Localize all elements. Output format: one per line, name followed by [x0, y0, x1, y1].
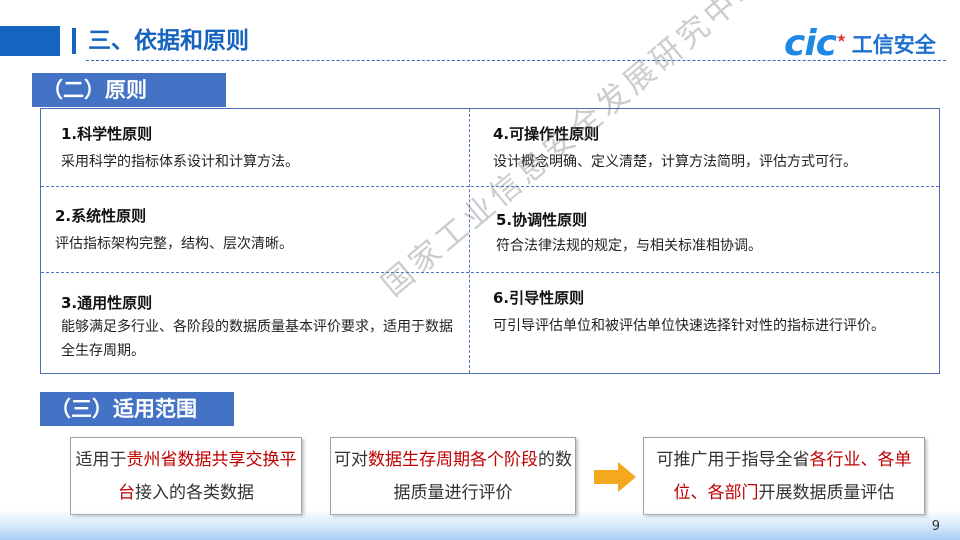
principle-desc: 符合法律法规的规定，与相关标准相协调。	[496, 238, 762, 254]
scope-box-lifecycle: 可对数据生存周期各个阶段的数据质量进行评价	[330, 437, 576, 515]
principle-cell: 4.可操作性原则 设计概念明确、定义清楚，计算方法简明，评估方式可行。	[493, 123, 938, 174]
principle-cell: 1.科学性原则 采用科学的指标体系设计和计算方法。	[61, 123, 456, 174]
section-principles-heading: （二）原则	[32, 73, 226, 107]
logo-cic-text: cic	[784, 23, 837, 64]
principle-cell: 3.通用性原则 能够满足多行业、各阶段的数据质量基本评价要求，适用于数据全生存周…	[61, 292, 461, 363]
footer-wave	[0, 510, 960, 540]
principles-grid: 1.科学性原则 采用科学的指标体系设计和计算方法。 2.系统性原则 评估指标架构…	[40, 108, 940, 374]
principle-cell: 6.引导性原则 可引导评估单位和被评估单位快速选择针对性的指标进行评价。	[493, 287, 933, 338]
principle-desc: 采用科学的指标体系设计和计算方法。	[61, 154, 299, 170]
principle-cell: 5.协调性原则 符合法律法规的规定，与相关标准相协调。	[496, 209, 936, 258]
principle-title: 5.协调性原则	[496, 211, 588, 229]
section-scope-heading: （三）适用范围	[40, 392, 234, 426]
grid-horizontal-divider	[41, 186, 939, 187]
principle-desc: 可引导评估单位和被评估单位快速选择针对性的指标进行评价。	[493, 318, 885, 334]
header-accent-bar	[0, 26, 60, 56]
principle-title: 6.引导性原则	[493, 289, 585, 307]
grid-horizontal-divider	[41, 272, 939, 273]
grid-vertical-divider	[469, 109, 470, 373]
page-title: 三、依据和原则	[88, 28, 249, 54]
principle-cell: 2.系统性原则 评估指标架构完整，结构、层次清晰。	[55, 205, 455, 256]
scope-box-promotion: 可推广用于指导全省各行业、各单位、各部门开展数据质量评估	[643, 437, 925, 515]
star-icon: ★	[836, 31, 847, 45]
header-divider	[86, 60, 946, 61]
scope-text: 可推广用于指导全省	[656, 450, 810, 470]
principle-title: 2.系统性原则	[55, 207, 147, 225]
principle-desc: 评估指标架构完整，结构、层次清晰。	[55, 236, 293, 252]
cic-logo: cic ★ 工信安全	[784, 24, 936, 64]
title-marker	[72, 28, 76, 54]
principle-desc: 设计概念明确、定义清楚，计算方法简明，评估方式可行。	[493, 154, 857, 170]
scope-text: 可对	[334, 450, 368, 470]
scope-highlight: 数据生存周期各个阶段	[368, 450, 538, 470]
principle-title: 4.可操作性原则	[493, 125, 600, 143]
logo-brand-text: 工信安全	[851, 33, 936, 57]
scope-text: 适用于	[75, 450, 127, 470]
principle-title: 1.科学性原则	[61, 125, 153, 143]
right-arrow-icon	[594, 462, 636, 492]
scope-text: 开展数据质量评估	[758, 483, 895, 503]
scope-box-platform: 适用于贵州省数据共享交换平台接入的各类数据	[70, 437, 302, 515]
principle-title: 3.通用性原则	[61, 294, 153, 312]
page-number: 9	[931, 519, 940, 534]
scope-text: 接入的各类数据	[135, 483, 254, 503]
principle-desc: 能够满足多行业、各阶段的数据质量基本评价要求，适用于数据全生存周期。	[61, 319, 453, 359]
